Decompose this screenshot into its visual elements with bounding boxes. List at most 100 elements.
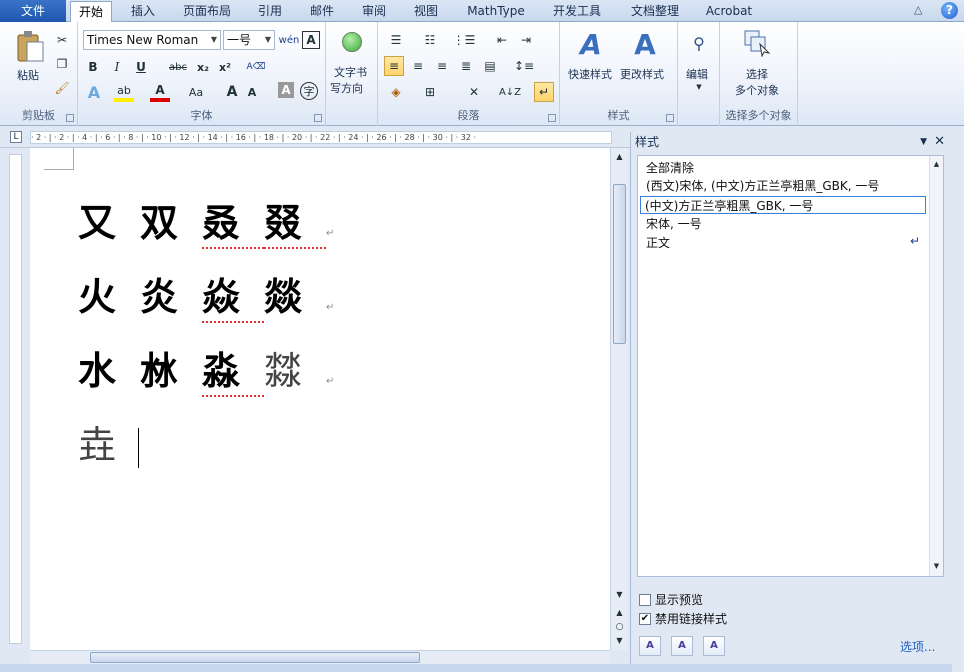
line-spacing-icon[interactable]: ↕≡ — [512, 56, 536, 76]
tab-doc-organize[interactable]: 文档整理 — [620, 0, 690, 22]
char[interactable]: 㵘 — [264, 340, 326, 395]
close-icon[interactable]: ✕ — [934, 132, 945, 152]
select-objects-icon[interactable] — [742, 28, 772, 58]
next-page-icon[interactable]: ▼ — [613, 634, 626, 647]
styles-launcher-icon[interactable] — [666, 114, 674, 122]
sort-icon[interactable]: A↓Z — [499, 82, 521, 102]
text-direction-label-2[interactable]: 写方向 — [330, 80, 363, 96]
checkbox-box-checked[interactable]: ✔ — [639, 612, 651, 625]
font-color-icon[interactable]: A — [150, 82, 170, 102]
distribute-icon[interactable]: ▤ — [480, 56, 500, 76]
strikethrough-button[interactable]: abc — [166, 58, 190, 76]
tab-file[interactable]: 文件 — [0, 0, 66, 22]
text-effects-icon[interactable]: A — [84, 82, 104, 102]
change-styles-icon[interactable]: A — [630, 28, 660, 61]
char-border-icon[interactable]: A — [302, 31, 320, 49]
phonetic-guide-icon[interactable]: wén — [279, 31, 300, 49]
tab-home[interactable]: 开始 — [70, 1, 112, 24]
tab-developer[interactable]: 开发工具 — [542, 0, 612, 22]
style-item[interactable]: 宋体, 一号 — [642, 215, 702, 233]
superscript-button[interactable]: x² — [216, 58, 234, 76]
italic-button[interactable]: I — [108, 58, 126, 76]
paste-label[interactable]: 粘贴 — [17, 67, 39, 83]
numbering-icon[interactable]: ☷ — [418, 31, 442, 49]
style-inspector-icon[interactable]: A — [671, 636, 693, 656]
enclose-char-icon[interactable]: 字 — [300, 82, 318, 100]
style-item-selected[interactable]: (中文)方正兰亭粗黑_GBK, 一号 — [640, 196, 926, 214]
select-label-2[interactable]: 多个对象 — [735, 82, 779, 98]
char[interactable]: 又 — [78, 192, 140, 247]
change-styles-label[interactable]: 更改样式 — [620, 66, 664, 82]
document-page[interactable]: 又双叒叕 ↵ 火炎焱燚 ↵ 水沝淼㵘 ↵ 垚 — [30, 148, 610, 650]
style-item-normal[interactable]: 正文 — [642, 234, 670, 252]
quick-styles-icon[interactable]: A — [576, 28, 606, 61]
cut-icon[interactable]: ✂ — [54, 32, 70, 48]
char[interactable]: 垚 — [78, 414, 140, 469]
text-direction-icon[interactable] — [342, 32, 362, 52]
char[interactable]: 燚 — [264, 266, 326, 321]
align-right-icon[interactable]: ≡ — [432, 56, 452, 76]
format-painter-icon[interactable]: 🖌 — [54, 80, 70, 96]
chevron-down-icon[interactable]: ▼ — [694, 82, 704, 92]
horizontal-scroll-thumb[interactable] — [90, 652, 420, 663]
chevron-down-icon[interactable]: ▼ — [208, 31, 220, 49]
chinese-layout-icon[interactable]: ✕ — [462, 82, 486, 102]
change-case-button[interactable]: Aa — [184, 82, 208, 102]
previous-page-icon[interactable]: ▲ — [613, 606, 626, 619]
style-item-clear-all[interactable]: 全部清除 — [642, 159, 694, 177]
font-size-combo[interactable]: 一号 ▼ — [223, 30, 275, 50]
shrink-font-button[interactable]: A — [244, 82, 260, 102]
help-icon[interactable]: ? — [941, 2, 958, 19]
scroll-thumb[interactable] — [613, 184, 626, 344]
char[interactable]: 叕 — [264, 192, 326, 249]
paragraph-launcher-icon[interactable] — [548, 114, 556, 122]
char[interactable]: 焱 — [202, 266, 264, 323]
select-label-1[interactable]: 选择 — [746, 66, 768, 82]
tab-mailings[interactable]: 邮件 — [300, 0, 344, 22]
chevron-down-icon[interactable]: ▼ — [262, 31, 274, 49]
char[interactable]: 火 — [78, 266, 140, 321]
document-horizontal-scrollbar[interactable] — [30, 650, 610, 664]
disable-linked-checkbox[interactable]: ✔ 禁用链接样式 — [639, 610, 727, 627]
multilevel-list-icon[interactable]: ⋮☰ — [452, 31, 476, 49]
char[interactable]: 双 — [140, 192, 202, 247]
grow-font-button[interactable]: A — [224, 82, 240, 102]
tab-review[interactable]: 审阅 — [352, 0, 396, 22]
find-binoculars-icon[interactable]: ⚲ — [687, 32, 711, 54]
shading-icon[interactable]: ◈ — [384, 82, 408, 102]
char[interactable]: 叒 — [202, 192, 264, 249]
char[interactable]: 水 — [78, 340, 140, 395]
scroll-down-icon[interactable]: ▼ — [613, 588, 626, 601]
style-item[interactable]: (西文)宋体, (中文)方正兰亭粗黑_GBK, 一号 — [642, 177, 879, 195]
char[interactable]: 沝 — [140, 340, 202, 395]
scroll-up-icon[interactable]: ▲ — [931, 158, 942, 169]
clear-formatting-icon[interactable]: A⌫ — [246, 58, 266, 76]
justify-icon[interactable]: ≣ — [456, 56, 476, 76]
ruler-strip[interactable]: · 2 · | · 2 · | · 4 · | · 6 · | · 8 · | … — [30, 131, 612, 144]
show-marks-icon[interactable]: ↵ — [534, 82, 554, 102]
options-link[interactable]: 选项... — [900, 638, 935, 655]
browse-object-icon[interactable]: ○ — [613, 620, 626, 633]
tab-mathtype[interactable]: MathType — [456, 0, 536, 22]
editing-label[interactable]: 编辑 — [686, 66, 708, 82]
align-left-icon[interactable]: ≡ — [384, 56, 404, 76]
decrease-indent-icon[interactable]: ⇤ — [492, 31, 512, 49]
bold-button[interactable]: B — [84, 58, 102, 76]
manage-styles-icon[interactable]: A — [703, 636, 725, 656]
tab-acrobat[interactable]: Acrobat — [696, 0, 762, 22]
underline-button[interactable]: U — [132, 58, 150, 76]
subscript-button[interactable]: x₂ — [194, 58, 212, 76]
font-launcher-icon[interactable] — [314, 114, 322, 122]
align-center-icon[interactable]: ≡ — [408, 56, 428, 76]
tab-selector-icon[interactable]: L — [10, 131, 22, 143]
copy-icon[interactable]: ❐ — [54, 56, 70, 72]
checkbox-box[interactable] — [639, 593, 651, 606]
font-name-combo[interactable]: Times New Roman ▼ — [83, 30, 221, 50]
char[interactable]: 炎 — [140, 266, 202, 321]
char-shading-icon[interactable]: A — [278, 82, 294, 98]
quick-styles-label[interactable]: 快速样式 — [568, 66, 612, 82]
document-vertical-scrollbar[interactable]: ▲ ▼ ▲ ○ ▼ — [610, 148, 628, 650]
minimize-ribbon-icon[interactable]: △ — [914, 3, 922, 16]
clipboard-launcher-icon[interactable] — [66, 114, 74, 122]
scroll-down-icon[interactable]: ▼ — [931, 560, 942, 571]
